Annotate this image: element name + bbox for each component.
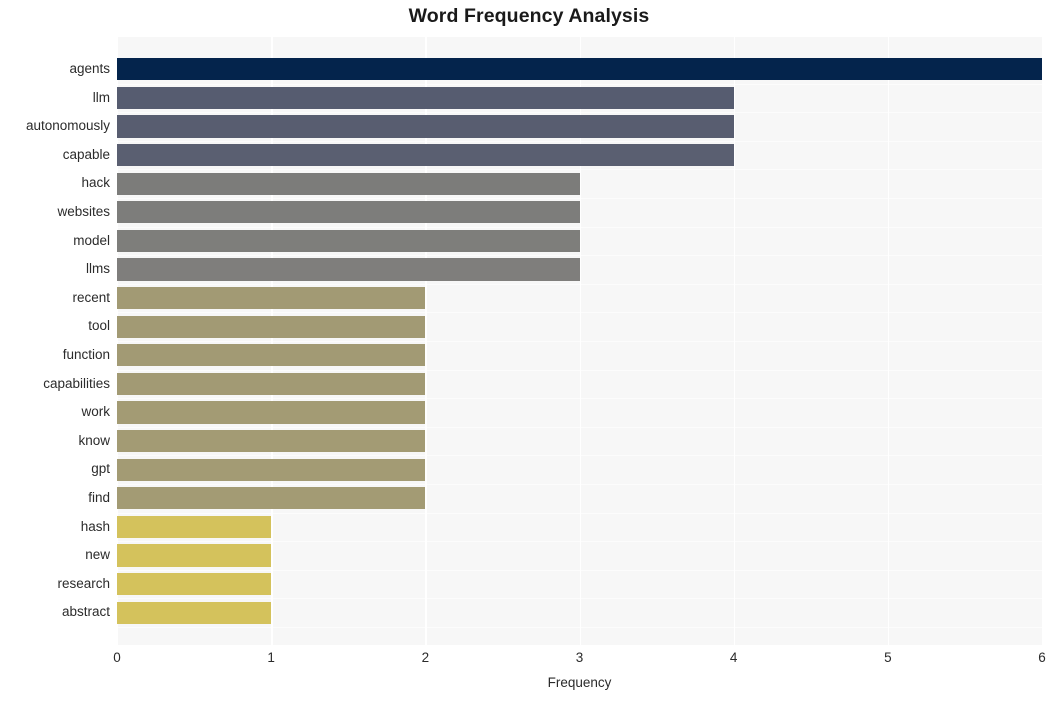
chart-title: Word Frequency Analysis <box>408 5 650 27</box>
y-tick-label: agents <box>69 61 110 77</box>
y-tick-label: llm <box>92 89 110 105</box>
bar-row <box>117 570 1042 599</box>
bar <box>117 286 426 310</box>
y-tick-label: websites <box>57 204 110 219</box>
bar-row <box>117 141 1042 170</box>
bar-row <box>117 227 1042 256</box>
bar <box>117 487 426 510</box>
y-tick-label: recent <box>72 289 110 305</box>
bar-row <box>117 55 1042 84</box>
bar-row <box>117 84 1042 113</box>
bar-row <box>117 255 1042 284</box>
chart-figure: Word Frequency Analysis agents llm autonom… <box>0 0 1058 701</box>
y-tick-label: model <box>73 232 110 248</box>
x-axis-title: Frequency <box>547 675 612 690</box>
bar-row <box>117 513 1042 542</box>
bar <box>117 372 426 396</box>
bar <box>117 229 580 253</box>
bar <box>117 315 426 338</box>
bar <box>117 344 426 367</box>
bar-row <box>117 112 1042 141</box>
y-tick-label: research <box>57 575 110 591</box>
bar <box>117 429 426 453</box>
bar-row <box>117 484 1042 513</box>
y-tick-label: new <box>85 547 110 563</box>
bar <box>117 601 272 624</box>
y-tick-label: llms <box>86 261 110 277</box>
x-tick-label: 4 <box>729 650 738 665</box>
bar-row <box>117 312 1042 341</box>
x-tick-label: 3 <box>575 650 584 665</box>
y-tick-label: hash <box>80 518 110 534</box>
bar-row <box>117 284 1042 313</box>
bar-row <box>117 370 1042 399</box>
bar <box>117 86 734 110</box>
bar <box>117 201 580 224</box>
y-tick-label: abstract <box>61 604 110 620</box>
bar <box>117 401 426 424</box>
x-tick-label: 6 <box>1038 650 1046 665</box>
bar <box>117 458 426 481</box>
y-tick-label: work <box>81 404 110 420</box>
bar <box>117 515 272 539</box>
bar <box>117 172 580 195</box>
y-tick-label: find <box>88 489 110 505</box>
bar-row <box>117 455 1042 484</box>
bar-row <box>117 341 1042 370</box>
y-axis-tick-labels: agents llm autonomously capable hack websites… <box>0 37 110 645</box>
bar <box>117 258 580 281</box>
y-tick-label: capable <box>62 146 110 162</box>
bar-row <box>117 198 1042 227</box>
x-tick-label: 0 <box>113 650 121 665</box>
bar-row <box>117 598 1042 627</box>
y-tick-label: tool <box>88 318 110 334</box>
y-tick-label: capabilities <box>43 375 110 391</box>
y-tick-label: autonomously <box>25 118 110 134</box>
bar-row <box>117 541 1042 570</box>
plot-area <box>117 37 1042 645</box>
bar-row <box>117 169 1042 198</box>
x-tick-label: 1 <box>267 650 275 665</box>
bar <box>117 572 272 596</box>
y-tick-label: know <box>78 432 110 448</box>
y-tick-label: function <box>62 347 110 362</box>
y-tick-label: hack <box>81 175 110 191</box>
x-axis-tick-labels: 0 1 2 3 4 5 6 <box>113 650 1046 672</box>
bar-row <box>117 427 1042 456</box>
bar <box>117 143 734 167</box>
x-tick-label: 5 <box>884 650 892 665</box>
bar <box>117 544 272 567</box>
bar-row <box>117 398 1042 427</box>
x-tick-label: 2 <box>421 650 430 665</box>
y-tick-label: gpt <box>91 461 110 477</box>
bar <box>117 58 1042 81</box>
bar <box>117 115 734 138</box>
